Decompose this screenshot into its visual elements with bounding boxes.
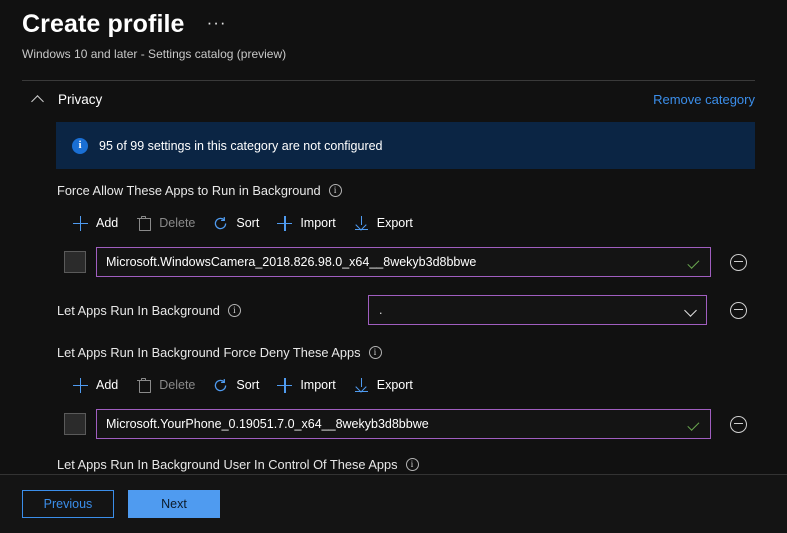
background-apps-dropdown[interactable]: . bbox=[368, 295, 707, 325]
info-tooltip-icon[interactable]: i bbox=[328, 183, 342, 197]
remove-setting-icon[interactable] bbox=[730, 415, 747, 433]
export-button[interactable]: Export bbox=[345, 213, 422, 234]
page-title: Create profile bbox=[22, 10, 185, 38]
plus-icon bbox=[73, 215, 88, 231]
import-button[interactable]: Import bbox=[268, 213, 344, 234]
plus-icon bbox=[277, 377, 293, 393]
import-button[interactable]: Import bbox=[268, 375, 344, 396]
download-arrow-icon bbox=[354, 377, 369, 393]
list-value-row-0 bbox=[0, 246, 787, 278]
sort-button-label: Sort bbox=[236, 216, 260, 230]
more-options-icon[interactable]: ··· bbox=[203, 12, 231, 33]
chevron-up-icon[interactable] bbox=[32, 92, 46, 106]
trash-icon bbox=[136, 215, 151, 231]
row-checkbox[interactable] bbox=[64, 413, 86, 435]
add-button[interactable]: Add bbox=[64, 213, 127, 234]
setting-label-row-0: Force Allow These Apps to Run in Backgro… bbox=[0, 180, 787, 200]
remove-setting-icon[interactable] bbox=[730, 253, 747, 271]
delete-button-label: Delete bbox=[159, 378, 196, 392]
category-name: Privacy bbox=[58, 91, 103, 107]
info-tooltip-icon[interactable]: i bbox=[368, 345, 382, 359]
text-input-wrap bbox=[96, 247, 711, 277]
page-header: Create profile ··· Windows 10 and later … bbox=[22, 8, 765, 62]
text-input-wrap bbox=[96, 409, 711, 439]
import-button-label: Import bbox=[300, 216, 336, 230]
setting-label: Let Apps Run In Background User In Contr… bbox=[57, 456, 398, 472]
export-button[interactable]: Export bbox=[345, 375, 422, 396]
add-button-label: Add bbox=[96, 378, 119, 392]
sort-refresh-icon bbox=[213, 216, 228, 231]
setting-label: Let Apps Run In Background bbox=[57, 302, 220, 318]
import-button-label: Import bbox=[300, 378, 336, 392]
header-divider bbox=[22, 80, 755, 81]
delete-button[interactable]: Delete bbox=[127, 213, 204, 234]
delete-button[interactable]: Delete bbox=[127, 375, 204, 396]
row-checkbox[interactable] bbox=[64, 251, 86, 273]
list-value-row-2 bbox=[0, 408, 787, 440]
remove-setting-icon[interactable] bbox=[730, 301, 747, 319]
app-package-input[interactable] bbox=[96, 409, 711, 439]
setting-label-cell: Let Apps Run In Background i bbox=[57, 303, 368, 318]
trash-icon bbox=[136, 377, 151, 393]
add-button[interactable]: Add bbox=[64, 375, 127, 396]
app-package-input[interactable] bbox=[96, 247, 711, 277]
info-tooltip-icon[interactable]: i bbox=[227, 303, 241, 317]
info-icon: i bbox=[72, 137, 88, 154]
category-header: Privacy Remove category bbox=[22, 88, 755, 110]
sort-button[interactable]: Sort bbox=[204, 375, 268, 396]
dropdown-selected-value: . bbox=[379, 303, 383, 317]
export-button-label: Export bbox=[376, 378, 413, 392]
download-arrow-icon bbox=[354, 215, 369, 231]
chevron-down-icon bbox=[684, 304, 697, 317]
sort-button[interactable]: Sort bbox=[204, 213, 268, 234]
plus-icon bbox=[277, 215, 293, 231]
setting-row-1: Let Apps Run In Background i . bbox=[0, 294, 787, 326]
sort-refresh-icon bbox=[213, 378, 228, 393]
list-toolbar-0: Add Delete Sort Import Export bbox=[0, 208, 787, 238]
next-button[interactable]: Next bbox=[128, 490, 220, 518]
info-tooltip-icon[interactable]: i bbox=[405, 457, 419, 471]
plus-icon bbox=[73, 377, 88, 393]
setting-label: Force Allow These Apps to Run in Backgro… bbox=[57, 182, 321, 198]
info-banner-text: 95 of 99 settings in this category are n… bbox=[99, 138, 383, 153]
setting-label-row-2: Let Apps Run In Background Force Deny Th… bbox=[0, 342, 787, 362]
page-subtitle: Windows 10 and later - Settings catalog … bbox=[22, 47, 287, 61]
export-button-label: Export bbox=[376, 216, 413, 230]
remove-category-link[interactable]: Remove category bbox=[653, 92, 755, 107]
create-profile-page: Create profile ··· Windows 10 and later … bbox=[0, 0, 787, 533]
page-footer: Previous Next bbox=[0, 475, 787, 533]
setting-label-row-3: Let Apps Run In Background User In Contr… bbox=[0, 454, 787, 474]
list-toolbar-2: Add Delete Sort Import Export bbox=[0, 370, 787, 400]
previous-button[interactable]: Previous bbox=[22, 490, 114, 518]
setting-label: Let Apps Run In Background Force Deny Th… bbox=[57, 344, 361, 360]
title-row: Create profile ··· bbox=[22, 8, 765, 40]
sort-button-label: Sort bbox=[236, 378, 260, 392]
delete-button-label: Delete bbox=[159, 216, 196, 230]
settings-list: Force Allow These Apps to Run in Backgro… bbox=[0, 180, 787, 474]
info-banner: i 95 of 99 settings in this category are… bbox=[56, 122, 755, 169]
add-button-label: Add bbox=[96, 216, 119, 230]
